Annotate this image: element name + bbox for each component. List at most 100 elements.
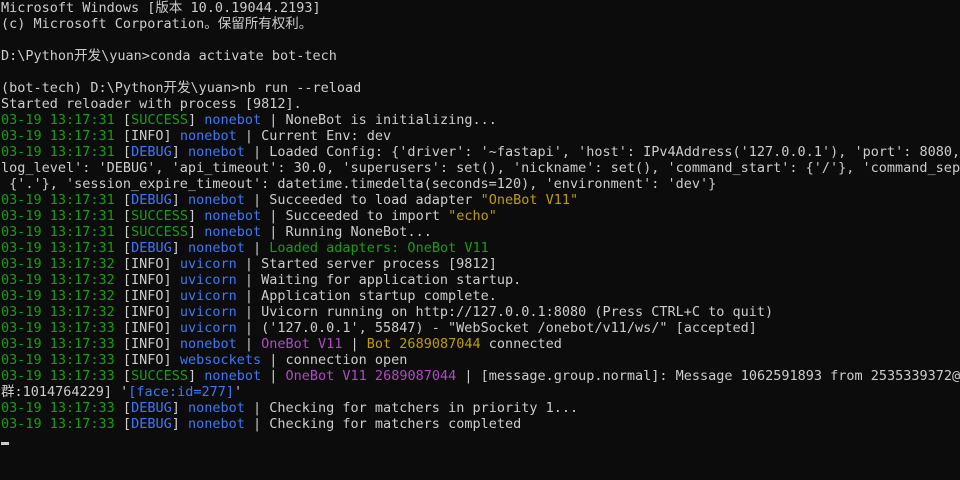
terminal-text: 03-19 13:17:32 xyxy=(1,288,123,304)
terminal-text: | Loaded Config: {'driver': '~fastapi', … xyxy=(244,144,960,160)
terminal-text: [INFO] xyxy=(122,352,180,368)
terminal-text: ] xyxy=(187,208,205,224)
terminal-line: 03-19 13:17:33 [INFO] websockets | conne… xyxy=(0,352,960,368)
terminal-text: "OneBot V11" xyxy=(480,192,579,208)
terminal-text: 03-19 13:17:33 xyxy=(1,368,123,384)
terminal-text: ] xyxy=(187,224,205,240)
terminal-text: nonebot xyxy=(187,400,245,416)
terminal-text: | Uvicorn running on http://127.0.0.1:80… xyxy=(236,304,774,320)
terminal-text: nonebot xyxy=(187,144,245,160)
terminal-text: uvicorn xyxy=(179,320,237,336)
terminal-text: ] xyxy=(171,240,188,256)
terminal-line: 群:1014764229] '[face:id=277]' xyxy=(0,384,960,400)
terminal-text: [face:id=277] xyxy=(128,384,234,400)
terminal-text: | Started server process [9812] xyxy=(236,256,497,272)
terminal-line: log_level': 'DEBUG', 'api_timeout': 30.0… xyxy=(0,160,960,176)
terminal-text: | ('127.0.0.1', 55847) - "WebSocket /one… xyxy=(236,320,757,336)
terminal-line: 03-19 13:17:31 [DEBUG] nonebot | Loaded … xyxy=(0,240,960,256)
terminal-text: "echo" xyxy=(448,208,497,224)
terminal-text: Microsoft Windows [版本 10.0.19044.2193] xyxy=(1,0,321,16)
terminal-text: | [message.group.normal]: Message 106259… xyxy=(456,368,960,384)
terminal-line: 03-19 13:17:33 [DEBUG] nonebot | Checkin… xyxy=(0,416,960,432)
terminal-text: [INFO] xyxy=(122,336,180,352)
terminal-line: Microsoft Windows [版本 10.0.19044.2193] xyxy=(0,0,960,16)
terminal-text: SUCCESS xyxy=(131,208,188,224)
terminal-line: 03-19 13:17:32 [INFO] uvicorn | Uvicorn … xyxy=(0,304,960,320)
terminal-text: ] xyxy=(187,368,205,384)
terminal-text: 03-19 13:17:32 xyxy=(1,272,123,288)
terminal-text: nonebot xyxy=(179,128,237,144)
terminal-text: | NoneBot is initializing... xyxy=(261,112,497,128)
terminal-text: nonebot xyxy=(187,416,245,432)
terminal-text: | Checking for matchers in priority 1... xyxy=(244,400,579,416)
terminal-text: [INFO] xyxy=(122,288,180,304)
terminal-text: SUCCESS xyxy=(131,368,188,384)
terminal-line: {'.'}, 'session_expire_timeout': datetim… xyxy=(0,176,960,192)
terminal-text: OneBot V11 xyxy=(261,336,343,352)
terminal-text: 03-19 13:17:31 xyxy=(1,128,123,144)
terminal-text: 03-19 13:17:31 xyxy=(1,112,123,128)
terminal-text: nonebot xyxy=(187,192,245,208)
terminal-text: DEBUG xyxy=(131,400,172,416)
terminal-line: (c) Microsoft Corporation。保留所有权利。 xyxy=(0,16,960,32)
terminal-window[interactable]: Microsoft Windows [版本 10.0.19044.2193] (c… xyxy=(0,0,960,480)
terminal-text: {'.'}, 'session_expire_timeout': datetim… xyxy=(1,176,717,192)
terminal-line: 03-19 13:17:33 [INFO] nonebot | OneBot V… xyxy=(0,336,960,352)
terminal-text: OneBot V11 2689087044 xyxy=(285,368,457,384)
terminal-text: | Succeeded to load adapter xyxy=(244,192,481,208)
terminal-text: [ xyxy=(122,368,132,384)
terminal-text: ] xyxy=(171,192,188,208)
terminal-text: SUCCESS xyxy=(131,112,188,128)
terminal-text: DEBUG xyxy=(131,192,172,208)
terminal-text: Bot 2689087044 xyxy=(366,336,481,352)
terminal-text: ' xyxy=(233,384,243,400)
terminal-text: [ xyxy=(122,240,132,256)
terminal-text: DEBUG xyxy=(131,144,172,160)
terminal-text: DEBUG xyxy=(131,240,172,256)
terminal-line: 03-19 13:17:33 [DEBUG] nonebot | Checkin… xyxy=(0,400,960,416)
terminal-text: 03-19 13:17:33 xyxy=(1,416,123,432)
terminal-text: 03-19 13:17:32 xyxy=(1,304,123,320)
terminal-text: connected xyxy=(480,336,562,352)
terminal-text: 03-19 13:17:33 xyxy=(1,320,123,336)
terminal-line: 03-19 13:17:33 [SUCCESS] nonebot | OneBo… xyxy=(0,368,960,384)
terminal-text: | Succeeded to import xyxy=(261,208,449,224)
terminal-text: [INFO] xyxy=(122,272,180,288)
terminal-line: 03-19 13:17:32 [INFO] uvicorn | Waiting … xyxy=(0,272,960,288)
terminal-text: Started reloader with process [9812]. xyxy=(1,96,302,112)
terminal-text: [ xyxy=(122,224,132,240)
terminal-text: | Running NoneBot... xyxy=(261,224,432,240)
terminal-text: [INFO] xyxy=(122,320,180,336)
terminal-text: nonebot xyxy=(204,224,262,240)
terminal-text: Loaded adapters: OneBot V11 xyxy=(269,240,489,256)
terminal-text: (c) Microsoft Corporation。保留所有权利。 xyxy=(1,16,313,32)
terminal-text: [ xyxy=(122,416,132,432)
terminal-text: | connection open xyxy=(261,352,408,368)
terminal-text: DEBUG xyxy=(131,416,172,432)
terminal-text: uvicorn xyxy=(179,256,237,272)
terminal-text: | Current Env: dev xyxy=(236,128,392,144)
terminal-text: | xyxy=(244,240,270,256)
terminal-text: [ xyxy=(122,192,132,208)
terminal-line: 03-19 13:17:32 [INFO] uvicorn | Started … xyxy=(0,256,960,272)
terminal-line: (bot-tech) D:\Python开发\yuan>nb run --rel… xyxy=(0,80,960,96)
terminal-text: [INFO] xyxy=(122,256,180,272)
terminal-text: ] xyxy=(171,416,188,432)
text-cursor xyxy=(1,442,9,445)
terminal-text: nonebot xyxy=(204,112,262,128)
terminal-text: ] xyxy=(171,400,188,416)
terminal-text: | Checking for matchers completed xyxy=(244,416,522,432)
terminal-text: 03-19 13:17:33 xyxy=(1,400,123,416)
terminal-text: ] xyxy=(187,112,205,128)
terminal-text: ] xyxy=(171,144,188,160)
terminal-text: 群:1014764229] ' xyxy=(1,384,129,400)
terminal-text: 03-19 13:17:31 xyxy=(1,192,123,208)
terminal-line: 03-19 13:17:32 [INFO] uvicorn | Applicat… xyxy=(0,288,960,304)
terminal-text: [ xyxy=(122,144,132,160)
terminal-line: Started reloader with process [9812]. xyxy=(0,96,960,112)
terminal-line: 03-19 13:17:31 [SUCCESS] nonebot | Runni… xyxy=(0,224,960,240)
terminal-output: Microsoft Windows [版本 10.0.19044.2193] (c… xyxy=(0,0,960,448)
terminal-text: uvicorn xyxy=(179,304,237,320)
terminal-text: [ xyxy=(122,208,132,224)
